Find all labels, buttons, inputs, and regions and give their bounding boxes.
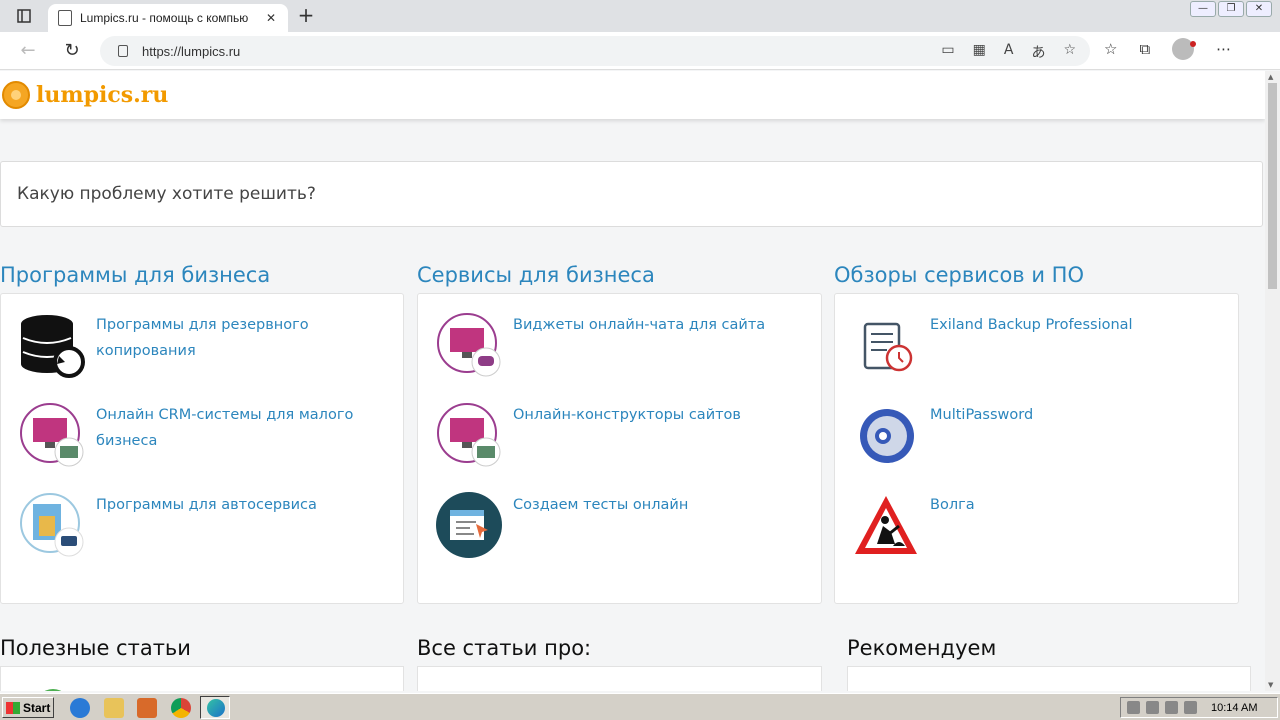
list-item[interactable]: Виджеты онлайн-чата для сайта — [418, 312, 821, 392]
recommend-title: Рекомендуем — [847, 636, 997, 660]
windows-taskbar: Start 10:14 AM — [0, 693, 1280, 720]
start-button[interactable]: Start — [2, 697, 54, 718]
restore-button[interactable]: ❐ — [1218, 1, 1244, 17]
tab-actions-icon[interactable] — [10, 6, 38, 26]
window-controls: — ❐ ✕ — [1190, 1, 1272, 17]
item-label[interactable]: Программы для автосервиса — [96, 492, 376, 518]
road-works-icon — [855, 496, 917, 554]
web-page: lumpics.ru Какую проблему хотите решить?… — [0, 71, 1265, 691]
chat-widget-icon — [437, 313, 501, 377]
all-articles-title: Все статьи про: — [417, 636, 592, 660]
start-label: Start — [23, 700, 51, 715]
browser-toolbar: ← ↻ https://lumpics.ru ▭ ▦ A あ ☆ ☆ ⧉ ⋯ — [0, 32, 1280, 70]
anyrun-watermark: ANY RUN — [1040, 683, 1251, 691]
browser-tab-bar: Lumpics.ru - помощь с компью ✕ + — ❐ ✕ — [0, 0, 1280, 32]
settings-more-icon[interactable]: ⋯ — [1216, 40, 1231, 62]
browser-tab[interactable]: Lumpics.ru - помощь с компью ✕ — [48, 4, 288, 32]
scroll-down-icon[interactable]: ▼ — [1268, 681, 1273, 689]
item-label[interactable]: MultiPassword — [930, 402, 1210, 428]
online-test-icon — [436, 492, 502, 558]
orange-logo-icon[interactable] — [2, 81, 30, 109]
network-icon[interactable] — [1146, 701, 1159, 714]
item-label[interactable]: Программы для резервного копирования — [96, 312, 376, 364]
site-builder-icon — [437, 403, 501, 467]
card-business-services: Виджеты онлайн-чата для сайта Онлайн-кон… — [417, 293, 822, 604]
article-thumb-icon — [35, 689, 71, 691]
app-available-icon[interactable]: ▭ — [941, 42, 954, 62]
item-label[interactable]: Онлайн CRM-системы для малого бизнеса — [96, 402, 376, 454]
crm-monitor-icon — [20, 403, 84, 467]
edge-icon — [207, 699, 225, 717]
minimize-button[interactable]: — — [1190, 1, 1216, 17]
translate-icon[interactable]: あ — [1031, 42, 1045, 62]
list-item[interactable]: Exiland Backup Professional — [835, 312, 1238, 392]
useful-articles-title: Полезные статьи — [0, 636, 191, 660]
multipassword-icon — [860, 409, 914, 463]
flag-icon[interactable] — [1165, 701, 1178, 714]
useful-articles-card — [0, 666, 404, 691]
tab-title: Lumpics.ru - помощь с компью — [80, 11, 249, 25]
explorer-folder-icon[interactable] — [104, 698, 124, 718]
section-title-business-programs[interactable]: Программы для бизнеса — [0, 263, 270, 287]
chrome-icon[interactable] — [171, 698, 191, 718]
list-item[interactable]: Онлайн-конструкторы сайтов — [418, 402, 821, 482]
grid-apps-icon[interactable]: ▦ — [973, 42, 986, 62]
close-window-button[interactable]: ✕ — [1246, 1, 1272, 17]
site-logo[interactable]: lumpics.ru — [36, 82, 168, 108]
edge-taskbar-button[interactable] — [200, 696, 230, 719]
card-reviews: Exiland Backup Professional MultiPasswor… — [834, 293, 1239, 604]
card-business-programs: Программы для резервного копирования Онл… — [0, 293, 404, 604]
favorites-icon[interactable]: ☆ — [1104, 40, 1117, 62]
autoservice-icon — [20, 493, 84, 557]
ie-icon[interactable] — [70, 698, 90, 718]
url-text[interactable]: https://lumpics.ru — [142, 44, 240, 59]
clock[interactable]: 10:14 AM — [1211, 702, 1257, 714]
section-title-reviews[interactable]: Обзоры сервисов и ПО — [834, 263, 1084, 287]
item-label[interactable]: Создаем тесты онлайн — [513, 492, 793, 518]
list-item[interactable]: Волга — [835, 492, 1238, 572]
read-aloud-icon[interactable]: A — [1004, 42, 1014, 62]
page-favicon-icon — [58, 10, 72, 26]
list-item[interactable]: MultiPassword — [835, 402, 1238, 482]
collections-icon[interactable]: ⧉ — [1139, 40, 1150, 62]
search-input[interactable]: Какую проблему хотите решить? — [0, 161, 1263, 227]
back-icon[interactable]: ← — [16, 40, 40, 62]
item-label[interactable]: Волга — [930, 492, 1210, 518]
item-label[interactable]: Exiland Backup Professional — [930, 312, 1210, 338]
windows-flag-icon — [6, 701, 20, 714]
system-tray: 10:14 AM — [1120, 697, 1278, 718]
list-item[interactable]: Программы для резервного копирования — [1, 312, 403, 392]
list-item[interactable]: Создаем тесты онлайн — [418, 492, 821, 572]
item-label[interactable]: Виджеты онлайн-чата для сайта — [513, 312, 793, 338]
section-title-business-services[interactable]: Сервисы для бизнеса — [417, 263, 655, 287]
exiland-backup-icon — [863, 322, 913, 372]
item-label[interactable]: Онлайн-конструкторы сайтов — [513, 402, 793, 428]
security-icon[interactable] — [1184, 701, 1197, 714]
scroll-thumb[interactable] — [1268, 83, 1277, 289]
page-scrollbar[interactable]: ▲ ▼ — [1265, 71, 1280, 691]
media-player-icon[interactable] — [137, 698, 157, 718]
list-item[interactable]: Онлайн CRM-системы для малого бизнеса — [1, 402, 403, 482]
tab-close-icon[interactable]: ✕ — [264, 11, 278, 25]
add-favorite-icon[interactable]: ☆ — [1063, 42, 1076, 62]
address-bar[interactable]: https://lumpics.ru ▭ ▦ A あ ☆ — [100, 36, 1090, 66]
volume-icon[interactable] — [1127, 701, 1140, 714]
scroll-up-icon[interactable]: ▲ — [1268, 73, 1273, 81]
lock-icon[interactable] — [118, 45, 128, 57]
reload-icon[interactable]: ↻ — [60, 40, 84, 62]
profile-avatar[interactable] — [1172, 38, 1197, 60]
database-backup-icon — [21, 315, 85, 378]
all-articles-card — [417, 666, 822, 691]
new-tab-button[interactable]: + — [294, 4, 318, 28]
list-item[interactable]: Программы для автосервиса — [1, 492, 403, 572]
site-header: lumpics.ru — [0, 71, 1265, 119]
